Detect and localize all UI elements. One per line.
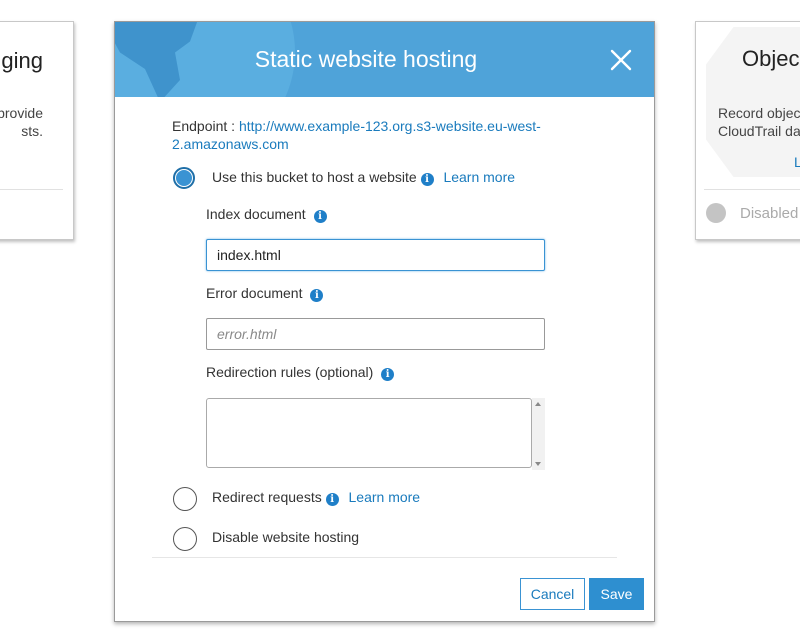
modal-title: Static website hosting — [254, 46, 478, 72]
redirection-rules-label-row: Redirection rules (optional) i — [206, 364, 395, 381]
info-icon[interactable]: i — [420, 173, 434, 186]
error-document-label-row: Error document i — [206, 285, 324, 302]
index-document-label-row: Index document i — [206, 206, 327, 223]
disable-hosting-label: Disable website hosting — [212, 529, 360, 545]
info-icon[interactable]: i — [325, 493, 339, 506]
endpoint-text: Endpoint : http://www.example-123.org.s3… — [172, 117, 562, 153]
error-document-label: Error document — [206, 285, 303, 301]
scroll-up-arrow-icon[interactable] — [535, 402, 541, 406]
object-card-link[interactable]: L — [794, 154, 800, 170]
cancel-button[interactable]: Cancel — [520, 578, 585, 610]
info-icon[interactable]: i — [381, 368, 395, 381]
object-level-logging-card: Objec Record objec CloudTrail da L Disab… — [695, 21, 800, 240]
card-divider — [704, 189, 800, 190]
modal-footer-divider — [152, 557, 617, 558]
error-document-input[interactable]: error.html — [206, 318, 545, 350]
redirect-requests-label: Redirect requests — [212, 489, 322, 505]
endpoint-label: Endpoint : — [172, 118, 239, 134]
learn-more-link[interactable]: Learn more — [349, 489, 421, 505]
redirection-rules-label: Redirection rules (optional) — [206, 364, 374, 380]
redirect-requests-option: Redirect requests i Learn more — [212, 489, 420, 506]
redirection-rules-textarea[interactable] — [206, 398, 532, 468]
object-card-title: Objec — [742, 46, 800, 71]
info-icon[interactable]: i — [313, 210, 327, 223]
disabled-status-radio — [706, 203, 726, 223]
endpoint-url[interactable]: http://www.example-123.org.s3-website.eu… — [239, 118, 541, 134]
logging-card: ging provide sts. — [0, 21, 74, 240]
static-website-hosting-modal: Static website hosting Endpoint : http:/… — [114, 21, 655, 622]
info-icon[interactable]: i — [310, 289, 324, 302]
object-card-description: Record objec CloudTrail da — [718, 105, 800, 139]
scroll-down-arrow-icon[interactable] — [535, 462, 541, 466]
index-document-input[interactable]: index.html — [206, 239, 545, 271]
textarea-scrollbar[interactable] — [532, 398, 545, 470]
index-document-label: Index document — [206, 206, 306, 222]
card-divider — [0, 189, 63, 190]
logging-card-description: provide sts. — [0, 105, 43, 139]
host-website-option: Use this bucket to host a website i Lear… — [212, 169, 515, 186]
endpoint-url-continued[interactable]: 2.amazonaws.com — [172, 136, 289, 152]
disable-hosting-radio[interactable] — [173, 527, 197, 551]
logging-card-title: ging — [1, 48, 43, 73]
close-icon[interactable] — [607, 46, 635, 74]
redirect-requests-radio[interactable] — [173, 487, 197, 511]
learn-more-link[interactable]: Learn more — [443, 169, 515, 185]
host-website-label: Use this bucket to host a website — [212, 169, 417, 185]
disabled-status-label: Disabled — [740, 205, 799, 222]
host-website-radio[interactable] — [173, 167, 195, 189]
modal-header: Static website hosting — [115, 22, 654, 97]
save-button[interactable]: Save — [589, 578, 644, 610]
